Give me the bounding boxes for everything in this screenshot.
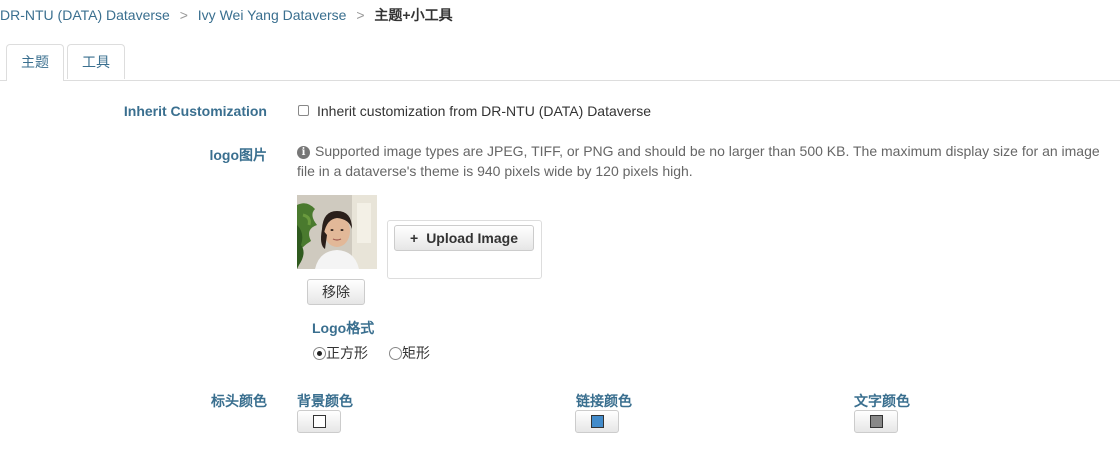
logo-format-rectangle-option[interactable]: 矩形 [389, 343, 430, 363]
radio-rectangle-label: 矩形 [402, 345, 430, 361]
text-color-picker[interactable] [854, 410, 898, 433]
radio-rectangle[interactable] [389, 347, 402, 360]
logo-help-line1: Supported image types are JPEG, TIFF, or… [315, 143, 1100, 159]
logo-help-text: i Supported image types are JPEG, TIFF, o… [297, 141, 1120, 181]
plus-icon: + [410, 230, 419, 246]
logo-format-label: Logo格式 [312, 320, 375, 336]
breadcrumb-separator: > [356, 7, 365, 23]
breadcrumb: DR-NTU (DATA) Dataverse > Ivy Wei Yang D… [0, 5, 453, 25]
header-colors-label: 标头颜色 [211, 393, 267, 409]
logo-thumbnail [297, 195, 377, 269]
inherit-customization-label: Inherit Customization [123, 103, 267, 119]
breadcrumb-current: 主题+小工具 [374, 7, 453, 23]
tab-theme[interactable]: 主题 [6, 44, 64, 81]
info-icon: i [297, 146, 310, 159]
background-color-picker[interactable] [297, 410, 341, 433]
tab-tools[interactable]: 工具 [67, 44, 125, 79]
background-color-swatch [313, 415, 326, 428]
link-color-picker[interactable] [575, 410, 619, 433]
tab-bar: 主题 工具 [0, 44, 1120, 81]
inherit-checkbox[interactable] [298, 105, 309, 116]
logo-label: logo图片 [209, 147, 267, 163]
background-color-label: 背景颜色 [297, 393, 353, 409]
remove-logo-button[interactable]: 移除 [307, 279, 365, 305]
logo-format-square-option[interactable]: 正方形 [313, 343, 368, 363]
text-color-swatch [870, 415, 883, 428]
link-color-swatch [591, 415, 604, 428]
breadcrumb-link-dataverse[interactable]: Ivy Wei Yang Dataverse [198, 7, 347, 23]
breadcrumb-link-root[interactable]: DR-NTU (DATA) Dataverse [0, 7, 170, 23]
upload-image-button[interactable]: + Upload Image [394, 225, 534, 251]
breadcrumb-separator: > [179, 7, 188, 23]
inherit-checkbox-label[interactable]: Inherit customization from DR-NTU (DATA)… [317, 103, 651, 119]
logo-help-line2: file in a dataverse's theme is 940 pixel… [297, 163, 693, 179]
radio-square-label: 正方形 [326, 345, 368, 361]
radio-square[interactable] [313, 347, 326, 360]
upload-area: + Upload Image [387, 220, 542, 279]
text-color-label: 文字颜色 [854, 393, 910, 409]
upload-image-label: Upload Image [426, 230, 518, 246]
link-color-label: 链接颜色 [576, 393, 632, 409]
